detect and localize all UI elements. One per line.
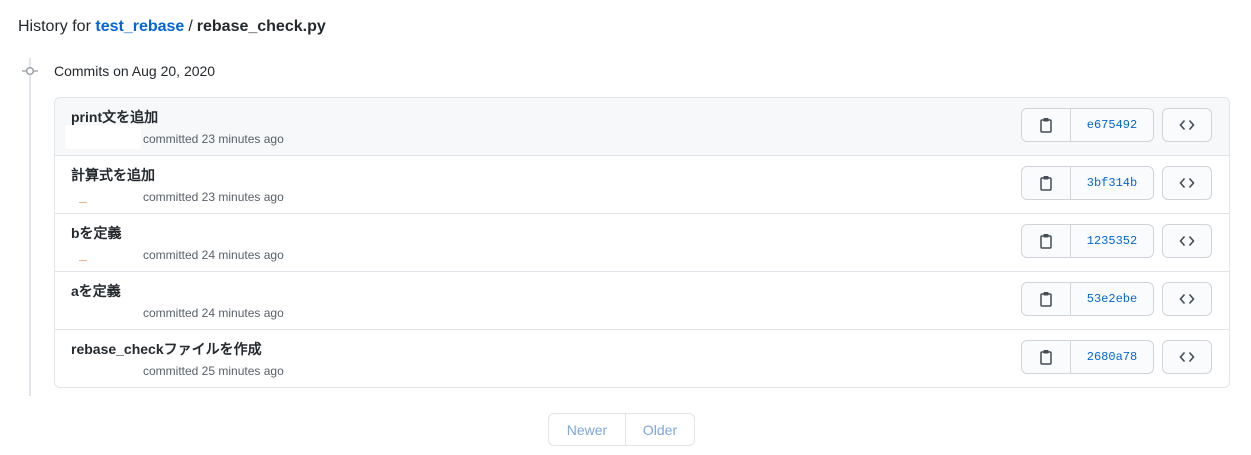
title-prefix: History for	[18, 18, 91, 35]
commit-list: print文を追加 committed 23 minutes ago e6754…	[54, 97, 1230, 388]
browse-repo-button[interactable]	[1162, 108, 1212, 142]
commit-history-page: History for test_rebase / rebase_check.py …	[0, 0, 1251, 455]
sha-button-group: 2680a78	[1021, 340, 1154, 374]
copy-sha-button[interactable]	[1022, 225, 1071, 257]
commit-message-link[interactable]: bを定義	[71, 224, 122, 242]
commit-row: aを定義 committed 24 minutes ago 53e2ebe	[55, 271, 1229, 329]
newer-button[interactable]: Newer	[549, 414, 626, 445]
path-separator: /	[188, 18, 193, 35]
commit-message-link[interactable]: print文を追加	[71, 108, 158, 126]
clipboard-icon	[1040, 234, 1052, 249]
code-icon	[1179, 235, 1195, 247]
commit-message-link[interactable]: rebase_checkファイルを作成	[71, 340, 262, 358]
clipboard-icon	[1040, 350, 1052, 365]
page-title: History for test_rebase / rebase_check.py	[18, 17, 326, 37]
avatar-fragment	[79, 260, 87, 261]
browse-repo-button[interactable]	[1162, 224, 1212, 258]
sha-button-group: 53e2ebe	[1021, 282, 1154, 316]
code-icon	[1179, 293, 1195, 305]
clipboard-icon	[1040, 118, 1052, 133]
timeline-line	[29, 58, 31, 396]
browse-repo-button[interactable]	[1162, 340, 1212, 374]
copy-sha-button[interactable]	[1022, 167, 1071, 199]
avatar[interactable]	[65, 183, 141, 207]
avatar[interactable]	[65, 125, 141, 149]
commit-node-icon	[22, 66, 38, 75]
clipboard-icon	[1040, 292, 1052, 307]
commit-row: 計算式を追加 committed 23 minutes ago 3bf314b	[55, 155, 1229, 213]
commit-meta: committed 24 minutes ago	[143, 248, 284, 262]
browse-repo-button[interactable]	[1162, 282, 1212, 316]
commit-meta: committed 23 minutes ago	[143, 132, 284, 146]
commit-sha-link[interactable]: 53e2ebe	[1071, 283, 1153, 315]
code-icon	[1179, 351, 1195, 363]
commit-sha-link[interactable]: e675492	[1071, 109, 1153, 141]
commits-date-heading: Commits on Aug 20, 2020	[54, 63, 216, 79]
copy-sha-button[interactable]	[1022, 283, 1071, 315]
code-icon	[1179, 119, 1195, 131]
commit-meta: committed 24 minutes ago	[143, 306, 284, 320]
clipboard-icon	[1040, 176, 1052, 191]
pagination: Newer Older	[548, 413, 695, 446]
copy-sha-button[interactable]	[1022, 341, 1071, 373]
repo-link[interactable]: test_rebase	[95, 18, 184, 35]
avatar[interactable]	[65, 241, 141, 265]
file-name: rebase_check.py	[196, 18, 326, 35]
sha-button-group: 3bf314b	[1021, 166, 1154, 200]
commit-row: bを定義 committed 24 minutes ago 1235352	[55, 213, 1229, 271]
commit-sha-link[interactable]: 1235352	[1071, 225, 1153, 257]
commit-message-link[interactable]: aを定義	[71, 282, 121, 300]
avatar[interactable]	[65, 299, 141, 323]
commit-sha-link[interactable]: 3bf314b	[1071, 167, 1153, 199]
commit-row: print文を追加 committed 23 minutes ago e6754…	[55, 98, 1229, 155]
avatar-fragment	[79, 202, 87, 203]
commit-message-link[interactable]: 計算式を追加	[71, 166, 155, 184]
code-icon	[1179, 177, 1195, 189]
avatar[interactable]	[65, 357, 141, 381]
commit-meta: committed 25 minutes ago	[143, 364, 284, 378]
commit-sha-link[interactable]: 2680a78	[1071, 341, 1153, 373]
sha-button-group: 1235352	[1021, 224, 1154, 258]
commit-meta: committed 23 minutes ago	[143, 190, 284, 204]
sha-button-group: e675492	[1021, 108, 1154, 142]
commit-row: rebase_checkファイルを作成 committed 25 minutes…	[55, 329, 1229, 387]
older-button[interactable]: Older	[626, 414, 694, 445]
copy-sha-button[interactable]	[1022, 109, 1071, 141]
browse-repo-button[interactable]	[1162, 166, 1212, 200]
